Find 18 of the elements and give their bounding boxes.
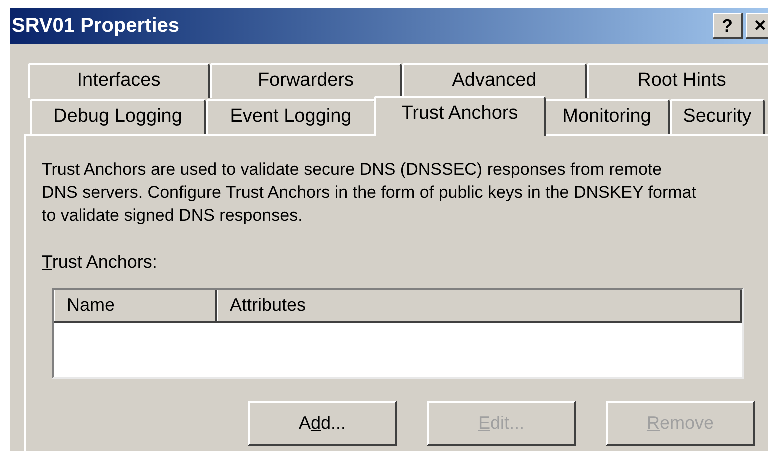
tab[interactable]: Event Logging	[206, 99, 376, 134]
tab[interactable]: Root Hints	[587, 63, 768, 98]
trust-anchors-list[interactable]: Name Attributes	[52, 288, 744, 379]
tab[interactable]: Debug Logging	[30, 99, 206, 134]
tab[interactable]: Interfaces	[28, 63, 210, 98]
tab[interactable]: Trust Anchors	[374, 96, 546, 136]
tab[interactable]: Security	[670, 99, 765, 134]
column-header[interactable]: Name	[54, 290, 217, 321]
close-button[interactable]: ×	[746, 13, 768, 39]
list-label: Trust Anchors:	[42, 252, 158, 272]
description-text: Trust Anchors are used to validate secure DNS (DNSSEC) responses from remote DNS servers. Configure Trust Anchors in the form of public keys in the DNSKEY format to validate signed DNS responses.	[42, 159, 698, 227]
help-button[interactable]: ?	[713, 13, 743, 39]
tab[interactable]: Monitoring	[544, 99, 670, 134]
dialog-button[interactable]: Add...	[248, 401, 397, 446]
column-header[interactable]: Attributes	[217, 290, 742, 321]
tab[interactable]: Forwarders	[210, 63, 402, 98]
window-title: SRV01 Properties	[12, 14, 180, 39]
tab[interactable]: Advanced	[402, 63, 587, 98]
